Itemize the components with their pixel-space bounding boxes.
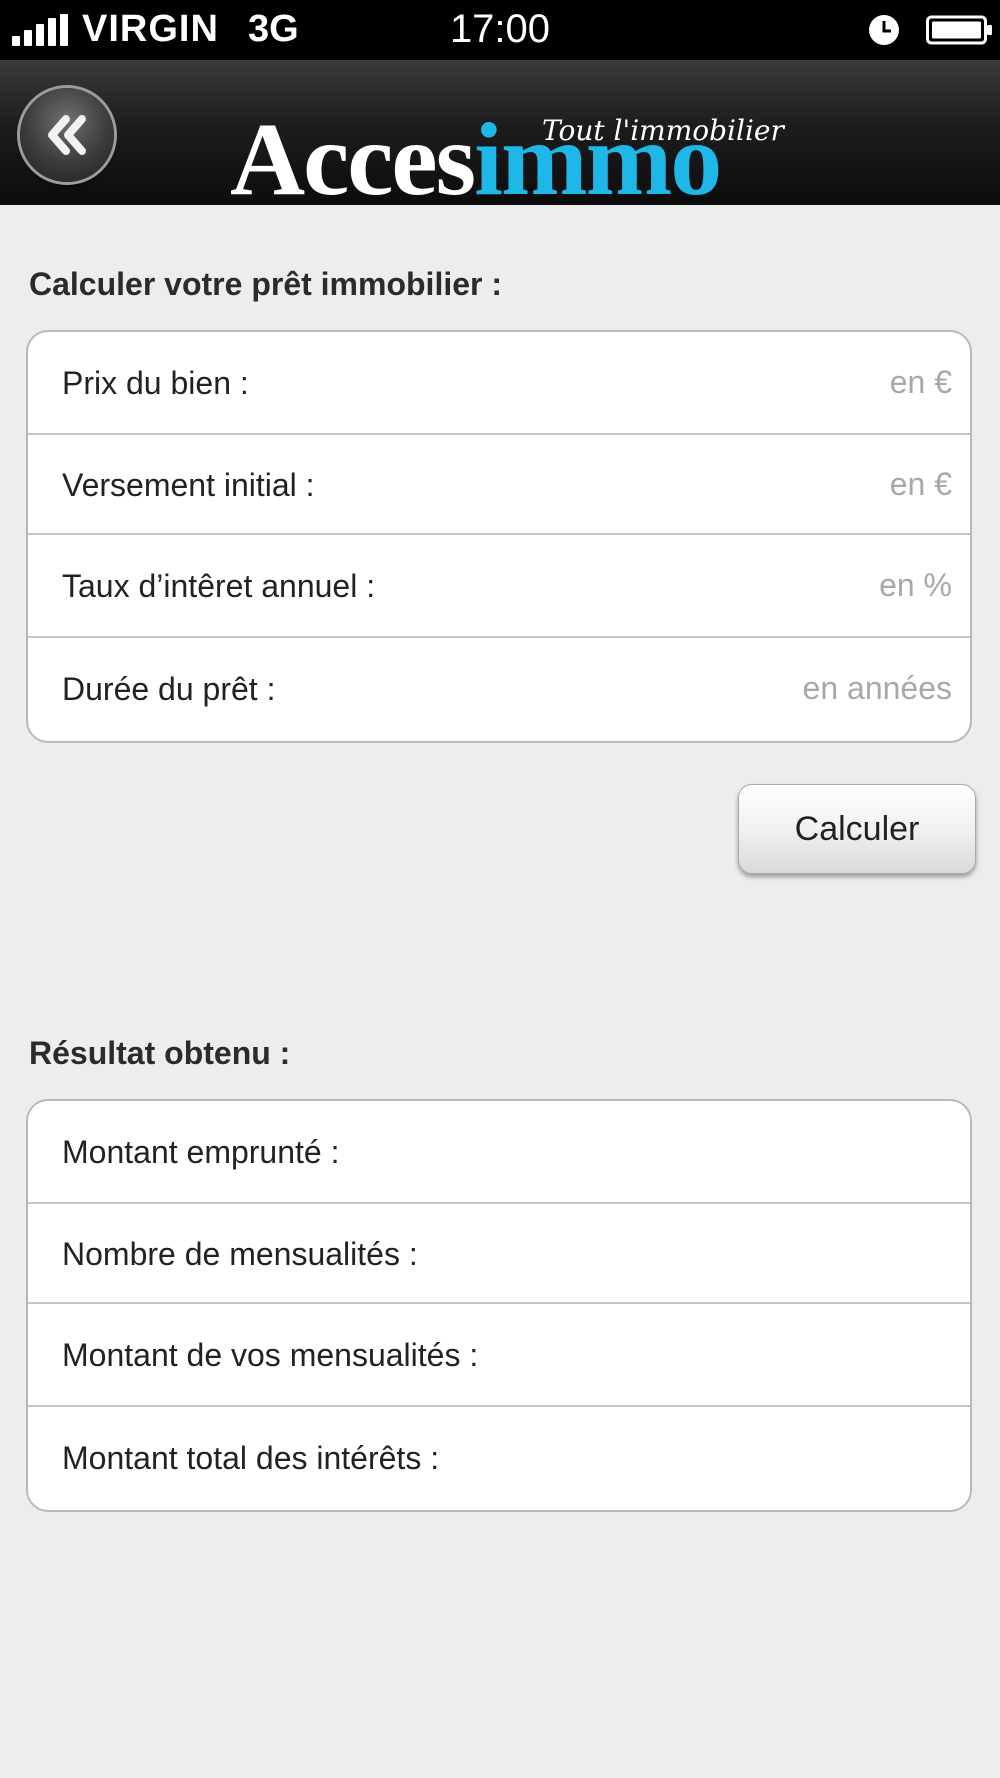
status-bar: VIRGIN 3G 17:00 xyxy=(0,0,1000,60)
field-label-interest-rate: Taux d’intêret annuel : xyxy=(62,568,376,604)
result-label-installment-amount: Montant de vos mensualités : xyxy=(62,1337,479,1373)
calculate-button[interactable]: Calculer xyxy=(738,784,976,874)
field-label-down-payment: Versement initial : xyxy=(62,467,315,503)
field-row-duration: Durée du prêt : xyxy=(28,638,970,741)
carrier-name: VIRGIN xyxy=(82,8,219,50)
loan-form-card: Prix du bien : Versement initial : Taux … xyxy=(26,330,972,743)
result-row-installments-count: Nombre de mensualités : xyxy=(28,1204,970,1304)
field-label-price: Prix du bien : xyxy=(62,365,249,401)
app-logo: Accesimmo Tout l'immobilier xyxy=(230,108,790,206)
duration-input[interactable] xyxy=(572,656,952,720)
result-label-total-interest: Montant total des intérêts : xyxy=(62,1440,440,1476)
battery-icon xyxy=(926,15,992,45)
results-title: Résultat obtenu : xyxy=(29,1035,291,1071)
logo-part-acces: Acces xyxy=(230,102,476,206)
field-row-price: Prix du bien : xyxy=(28,332,970,435)
back-button[interactable] xyxy=(20,88,114,182)
down-payment-input[interactable] xyxy=(572,452,952,516)
result-row-total-interest: Montant total des intérêts : xyxy=(28,1407,970,1510)
double-chevron-left-icon xyxy=(48,115,86,155)
result-label-installments-count: Nombre de mensualités : xyxy=(62,1236,418,1272)
result-row-borrowed: Montant emprunté : xyxy=(28,1101,970,1204)
logo-tagline: Tout l'immobilier xyxy=(542,114,784,147)
result-label-borrowed: Montant emprunté : xyxy=(62,1134,340,1170)
result-row-installment-amount: Montant de vos mensualités : xyxy=(28,1304,970,1407)
signal-icon xyxy=(12,14,72,46)
results-card: Montant emprunté : Nombre de mensualités… xyxy=(26,1099,972,1512)
interest-rate-input[interactable] xyxy=(572,553,952,617)
app-header: Accesimmo Tout l'immobilier xyxy=(0,60,1000,205)
field-label-duration: Durée du prêt : xyxy=(62,671,276,707)
field-row-down-payment: Versement initial : xyxy=(28,435,970,535)
loan-form-title: Calculer votre prêt immobilier : xyxy=(29,266,503,302)
alarm-icon xyxy=(869,15,899,45)
price-input[interactable] xyxy=(572,350,952,414)
field-row-interest-rate: Taux d’intêret annuel : xyxy=(28,535,970,638)
network-type: 3G xyxy=(248,8,299,50)
